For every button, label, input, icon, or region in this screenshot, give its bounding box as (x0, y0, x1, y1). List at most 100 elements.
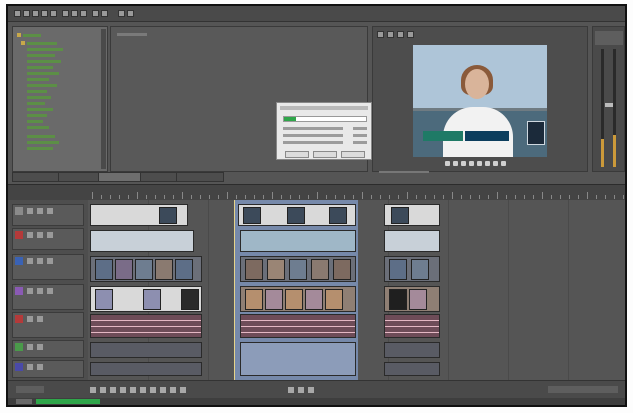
track-header-audio[interactable] (12, 340, 84, 358)
tree-item[interactable] (27, 96, 51, 99)
pause-icon[interactable] (130, 387, 136, 393)
timeline-tracks[interactable] (88, 200, 625, 380)
tree-item[interactable] (27, 147, 53, 150)
pause-icon[interactable] (469, 161, 474, 166)
tree-item[interactable] (27, 102, 45, 105)
title-clip[interactable] (384, 230, 440, 252)
properties-icon[interactable] (50, 10, 57, 17)
title-clip[interactable] (240, 230, 356, 252)
video-clip[interactable] (384, 256, 440, 282)
tab-explorer[interactable] (58, 172, 100, 182)
pause-button[interactable] (285, 151, 309, 158)
video-clip[interactable] (240, 286, 356, 312)
record-icon[interactable] (90, 387, 96, 393)
tree-item[interactable] (27, 72, 59, 75)
fx-icon[interactable] (47, 232, 53, 238)
audio-clip[interactable] (90, 342, 202, 358)
playhead[interactable] (234, 200, 235, 380)
tree-item[interactable] (27, 108, 53, 111)
save-icon[interactable] (32, 10, 39, 17)
video-clip[interactable] (90, 286, 202, 312)
overlay-icon[interactable] (397, 31, 404, 38)
folder-icon[interactable] (17, 33, 21, 37)
select-tool-icon[interactable] (118, 10, 125, 17)
track-header-audio[interactable] (12, 312, 84, 338)
audio-clip[interactable] (90, 314, 202, 338)
tree-item[interactable] (27, 126, 49, 129)
tree-item[interactable] (27, 114, 47, 117)
tree-item[interactable] (27, 78, 49, 81)
solo-icon[interactable] (37, 316, 43, 322)
audio-clip[interactable] (90, 362, 202, 376)
audio-clip[interactable] (384, 314, 440, 338)
mute-icon[interactable] (27, 344, 33, 350)
tree-item[interactable] (27, 135, 55, 138)
tree-item[interactable] (27, 48, 63, 51)
preview-settings-icon[interactable] (377, 31, 384, 38)
fx-icon[interactable] (47, 208, 53, 214)
mute-icon[interactable] (27, 364, 33, 370)
solo-icon[interactable] (37, 232, 43, 238)
tree-item[interactable] (27, 66, 53, 69)
play-icon[interactable] (461, 161, 466, 166)
open-icon[interactable] (23, 10, 30, 17)
tree-item[interactable] (27, 60, 61, 63)
mute-icon[interactable] (27, 316, 33, 322)
tree-item[interactable] (27, 90, 47, 93)
loop-playback-icon[interactable] (100, 387, 106, 393)
track-header-video[interactable] (12, 228, 84, 250)
prev-frame-icon[interactable] (485, 161, 490, 166)
play-from-start-icon[interactable] (110, 387, 116, 393)
explorer-tree[interactable] (12, 26, 108, 172)
tree-item[interactable] (27, 120, 43, 123)
audio-clip[interactable] (240, 342, 356, 376)
solo-icon[interactable] (37, 344, 43, 350)
video-clip[interactable] (384, 204, 440, 226)
play-from-start-icon[interactable] (453, 161, 458, 166)
audio-clip[interactable] (384, 342, 440, 358)
audio-clip[interactable] (240, 314, 356, 338)
undo-icon[interactable] (92, 10, 99, 17)
video-frame[interactable] (413, 45, 547, 157)
normal-edit-tool-icon[interactable] (288, 387, 294, 393)
go-to-end-icon[interactable] (160, 387, 166, 393)
open-folder-button[interactable] (313, 151, 337, 158)
mute-icon[interactable] (27, 208, 33, 214)
timeline-ruler[interactable] (8, 184, 625, 200)
split-screen-icon[interactable] (387, 31, 394, 38)
solo-icon[interactable] (37, 208, 43, 214)
tree-item[interactable] (27, 42, 57, 45)
envelope-tool-icon[interactable] (127, 10, 134, 17)
tab-transitions[interactable] (98, 172, 142, 182)
audio-clip[interactable] (384, 362, 440, 376)
fx-icon[interactable] (47, 288, 53, 294)
prev-frame-icon[interactable] (170, 387, 176, 393)
stop-icon[interactable] (140, 387, 146, 393)
folder-icon[interactable] (21, 41, 25, 45)
envelope-edit-tool-icon[interactable] (298, 387, 304, 393)
track-header-video[interactable] (12, 204, 84, 226)
copy-icon[interactable] (71, 10, 78, 17)
track-header-audio[interactable] (12, 360, 84, 378)
video-clip[interactable] (238, 204, 356, 226)
solo-icon[interactable] (37, 364, 43, 370)
cut-icon[interactable] (62, 10, 69, 17)
fx-icon[interactable] (47, 258, 53, 264)
selection-edit-tool-icon[interactable] (308, 387, 314, 393)
scrollbar[interactable] (101, 29, 106, 169)
master-fader-knob[interactable] (605, 103, 613, 107)
video-clip[interactable] (384, 286, 440, 312)
next-frame-icon[interactable] (493, 161, 498, 166)
next-frame-icon[interactable] (180, 387, 186, 393)
tab-media-generators[interactable] (176, 172, 224, 182)
play-icon[interactable] (120, 387, 126, 393)
title-clip[interactable] (90, 230, 194, 252)
go-to-start-icon[interactable] (150, 387, 156, 393)
snapshot-icon[interactable] (407, 31, 414, 38)
new-icon[interactable] (14, 10, 21, 17)
video-clip[interactable] (90, 256, 202, 282)
loop-icon[interactable] (445, 161, 450, 166)
tab-video-fx[interactable] (140, 172, 178, 182)
solo-icon[interactable] (37, 258, 43, 264)
paste-icon[interactable] (80, 10, 87, 17)
